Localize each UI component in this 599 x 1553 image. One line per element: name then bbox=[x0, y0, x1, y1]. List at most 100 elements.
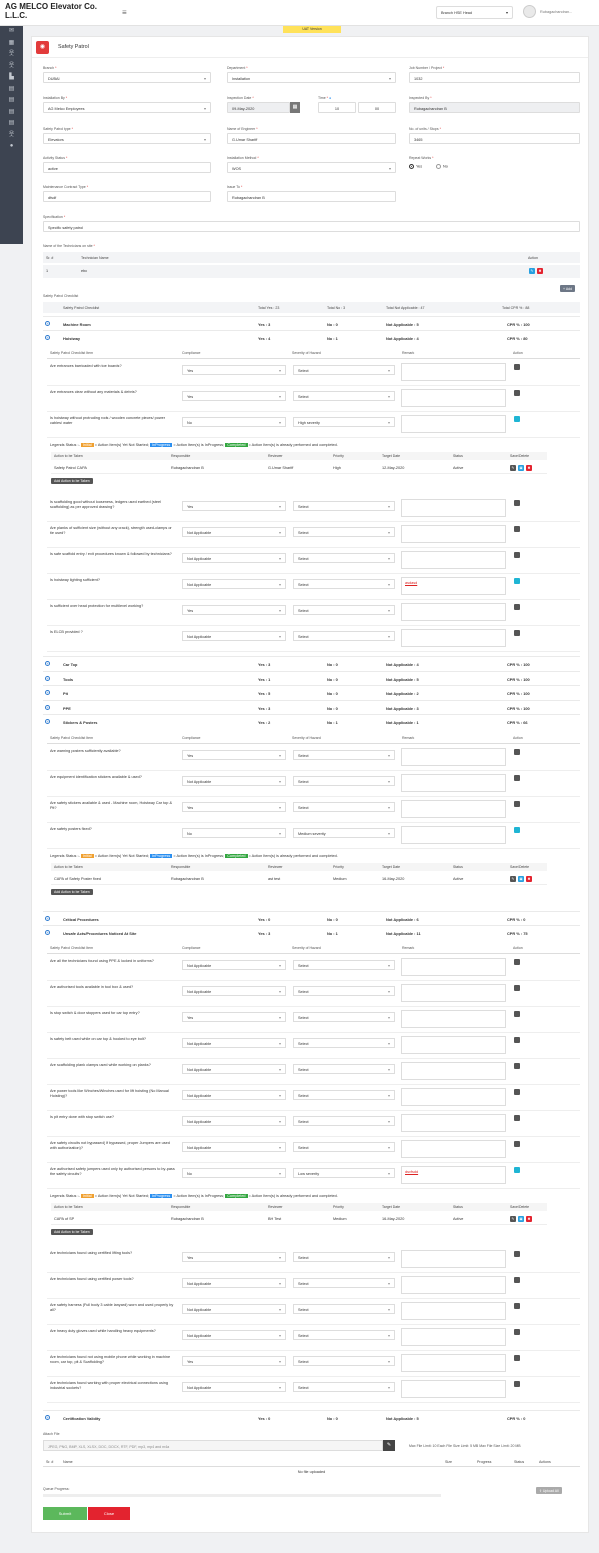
remark-field[interactable] bbox=[401, 525, 506, 543]
minute-field[interactable]: 00 bbox=[358, 102, 396, 113]
compliance-select[interactable]: Not Applicable bbox=[182, 1382, 286, 1392]
remark-field[interactable] bbox=[401, 1140, 506, 1158]
comment-icon[interactable] bbox=[514, 1167, 520, 1173]
user-name[interactable]: Rubagachandran... bbox=[540, 10, 572, 14]
remark-field[interactable] bbox=[401, 389, 506, 407]
remark-field[interactable] bbox=[401, 1354, 506, 1372]
compliance-select[interactable]: No bbox=[182, 1168, 286, 1178]
delete-icon[interactable]: ✖ bbox=[537, 268, 543, 274]
comment-icon[interactable] bbox=[514, 552, 520, 558]
severity-select[interactable]: Select bbox=[293, 1252, 395, 1262]
severity-select[interactable]: Select bbox=[293, 1382, 395, 1392]
comment-icon[interactable] bbox=[514, 1141, 520, 1147]
remark-field[interactable] bbox=[401, 363, 506, 381]
severity-select[interactable]: Select bbox=[293, 1012, 395, 1022]
severity-select[interactable]: Select bbox=[293, 986, 395, 996]
expand-icon[interactable]: + bbox=[45, 676, 50, 681]
comment-icon[interactable] bbox=[514, 578, 520, 584]
severity-select[interactable]: Low severity bbox=[293, 1168, 395, 1178]
compliance-select[interactable]: Not Applicable bbox=[182, 1064, 286, 1074]
remark-field[interactable] bbox=[401, 1010, 506, 1028]
severity-select[interactable]: Select bbox=[293, 579, 395, 589]
remark-field[interactable] bbox=[401, 551, 506, 569]
severity-select[interactable]: Select bbox=[293, 365, 395, 375]
compliance-select[interactable]: No bbox=[182, 828, 286, 838]
severity-select[interactable]: Select bbox=[293, 1142, 395, 1152]
file-icon[interactable]: ▤ bbox=[0, 107, 23, 119]
method-select[interactable]: WOS bbox=[227, 162, 396, 173]
comment-icon[interactable] bbox=[514, 416, 520, 422]
upload-all-button[interactable]: ⇧ Upload All bbox=[536, 1487, 562, 1494]
compliance-select[interactable]: Yes bbox=[182, 1252, 286, 1262]
edit-icon[interactable]: ✎ bbox=[529, 268, 535, 274]
save-icon[interactable]: ▣ bbox=[518, 876, 524, 882]
compliance-select[interactable]: Not Applicable bbox=[182, 960, 286, 970]
remark-field[interactable] bbox=[401, 1088, 506, 1106]
comment-icon[interactable] bbox=[514, 1011, 520, 1017]
comment-icon[interactable] bbox=[514, 801, 520, 807]
expand-icon[interactable]: + bbox=[45, 705, 50, 710]
avatar[interactable] bbox=[523, 5, 536, 18]
compliance-select[interactable]: Not Applicable bbox=[182, 986, 286, 996]
compliance-select[interactable]: Not Applicable bbox=[182, 1304, 286, 1314]
compliance-select[interactable]: Not Applicable bbox=[182, 553, 286, 563]
compliance-select[interactable]: Not Applicable bbox=[182, 1278, 286, 1288]
remark-field[interactable] bbox=[401, 748, 506, 766]
expand-icon[interactable]: + bbox=[45, 719, 50, 724]
remark-field[interactable]: dsvfsdd bbox=[401, 1166, 506, 1184]
compliance-select[interactable]: Yes bbox=[182, 1356, 286, 1366]
compliance-select[interactable]: No bbox=[182, 417, 286, 427]
checklist-category[interactable]: + Stickers & Posters Yes : 2 No : 1 Not … bbox=[43, 714, 580, 727]
checklist-category[interactable]: + Machine Room Yes : 3 No : 0 Not Applic… bbox=[43, 316, 580, 329]
envelope-icon[interactable]: ✉ bbox=[0, 26, 23, 38]
expand-icon[interactable]: + bbox=[45, 916, 50, 921]
remark-field[interactable] bbox=[401, 499, 506, 517]
comment-icon[interactable] bbox=[514, 1251, 520, 1257]
compliance-select[interactable]: Not Applicable bbox=[182, 1330, 286, 1340]
remark-field[interactable] bbox=[401, 1062, 506, 1080]
severity-select[interactable]: Select bbox=[293, 1356, 395, 1366]
compliance-select[interactable]: Not Applicable bbox=[182, 1090, 286, 1100]
severity-select[interactable]: Select bbox=[293, 1116, 395, 1126]
remark-field[interactable] bbox=[401, 1250, 506, 1268]
add-action-button[interactable]: Add Action to be Taken bbox=[51, 478, 93, 484]
compliance-select[interactable]: Yes bbox=[182, 1012, 286, 1022]
severity-select[interactable]: Select bbox=[293, 1278, 395, 1288]
attach-icon[interactable]: ✎ bbox=[383, 1440, 395, 1451]
units-field[interactable]: 3465 bbox=[409, 133, 580, 144]
severity-select[interactable]: Select bbox=[293, 631, 395, 641]
remark-field[interactable] bbox=[401, 958, 506, 976]
expand-icon[interactable]: + bbox=[45, 335, 50, 340]
severity-select[interactable]: Select bbox=[293, 1038, 395, 1048]
delete-icon[interactable]: ✖ bbox=[526, 465, 532, 471]
delete-icon[interactable]: ✖ bbox=[526, 1216, 532, 1222]
save-icon[interactable]: ▣ bbox=[518, 465, 524, 471]
remark-field[interactable] bbox=[401, 826, 506, 844]
expand-icon[interactable]: + bbox=[45, 321, 50, 326]
chart-icon[interactable]: ▙ bbox=[0, 72, 23, 84]
comment-icon[interactable] bbox=[514, 364, 520, 370]
comment-icon[interactable] bbox=[514, 526, 520, 532]
save-icon[interactable]: ▣ bbox=[518, 1216, 524, 1222]
file-icon[interactable]: ▤ bbox=[0, 118, 23, 130]
compliance-select[interactable]: Yes bbox=[182, 605, 286, 615]
compliance-select[interactable]: Yes bbox=[182, 365, 286, 375]
add-action-button[interactable]: Add Action to be Taken bbox=[51, 1229, 93, 1235]
checklist-category[interactable]: + Pit Yes : 5 No : 0 Not Applicable : 2 … bbox=[43, 685, 580, 698]
comment-icon[interactable] bbox=[514, 500, 520, 506]
severity-select[interactable]: Select bbox=[293, 1090, 395, 1100]
checklist-category[interactable]: + Unsafe Acts/Procedures Noticed At Site… bbox=[43, 925, 580, 938]
person-icon[interactable]: 웃 bbox=[0, 61, 23, 73]
file-icon[interactable]: ▤ bbox=[0, 84, 23, 96]
comment-icon[interactable] bbox=[514, 1115, 520, 1121]
branch-select[interactable]: Branch HSE Head ▾ bbox=[436, 6, 513, 19]
branch-select[interactable]: DUBAI bbox=[43, 72, 211, 83]
remark-field[interactable] bbox=[401, 800, 506, 818]
add-technician-button[interactable]: + Add bbox=[560, 285, 576, 292]
activity-field[interactable]: active bbox=[43, 162, 211, 173]
checklist-category[interactable]: + Hoistway Yes : 4 No : 1 Not Applicable… bbox=[43, 330, 580, 343]
severity-select[interactable]: Select bbox=[293, 750, 395, 760]
compliance-select[interactable]: Not Applicable bbox=[182, 631, 286, 641]
delete-icon[interactable]: ✖ bbox=[526, 876, 532, 882]
attach-icon[interactable]: ✎ bbox=[510, 876, 516, 882]
